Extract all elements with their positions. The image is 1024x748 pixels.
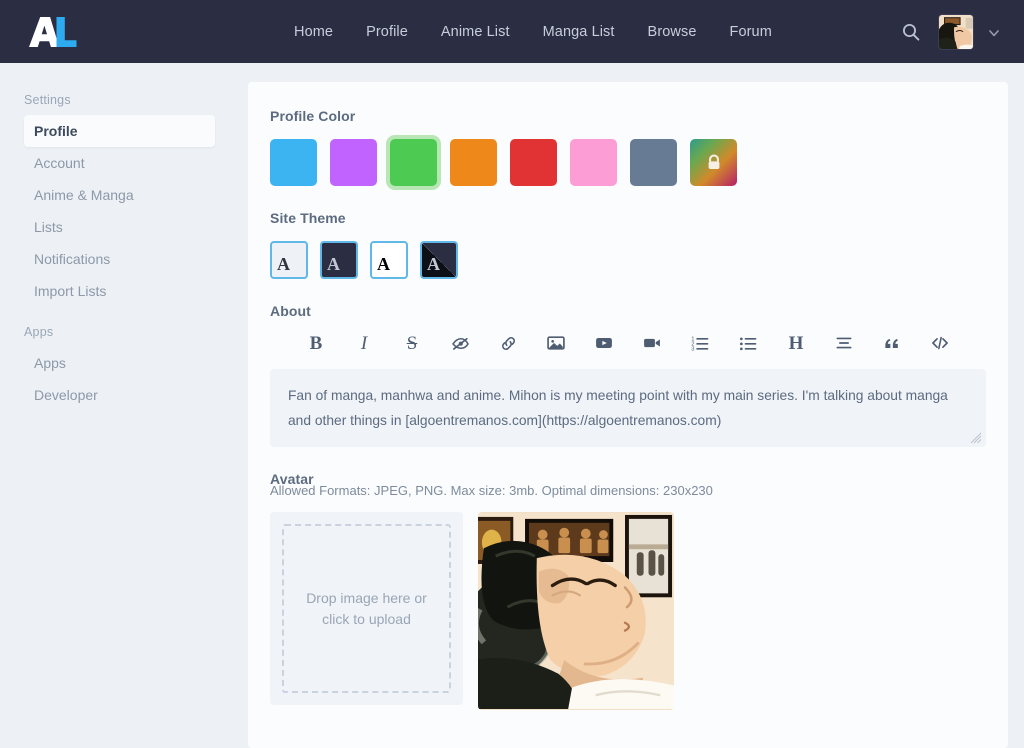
nav-link-anime-list[interactable]: Anime List [441,24,510,40]
spoiler-eye-off-icon[interactable] [448,331,472,355]
color-swatch-custom-locked[interactable] [690,139,737,186]
primary-nav: Home Profile Anime List Manga List Brows… [294,24,772,40]
theme-option-contrast[interactable]: A [370,241,408,279]
code-icon[interactable] [928,331,952,355]
avatar-row: Drop image here or click to upload [270,512,986,711]
avatar-dropzone-text: Drop image here or click to upload [282,524,451,694]
avatar-dropzone[interactable]: Drop image here or click to upload [270,512,463,706]
nav-link-profile[interactable]: Profile [366,24,408,40]
color-swatch-purple[interactable] [330,139,377,186]
sidebar-item-developer[interactable]: Developer [24,379,215,411]
color-swatch-gray[interactable] [630,139,677,186]
page-body: Settings Profile Account Anime & Manga L… [0,63,1024,748]
sidebar-item-apps[interactable]: Apps [24,347,215,379]
image-icon[interactable] [544,331,568,355]
about-editor-toolbar: B I S 1 2 3 H [270,325,986,369]
about-text: Fan of manga, manhwa and anime. Mihon is… [288,388,948,428]
nav-link-forum[interactable]: Forum [730,24,772,40]
about-textarea[interactable]: Fan of manga, manhwa and anime. Mihon is… [270,369,986,448]
search-glyph [903,23,920,41]
nav-right-cluster [898,13,1002,50]
quote-icon[interactable] [880,331,904,355]
color-swatch-orange[interactable] [450,139,497,186]
avatar-preview-image [478,513,674,710]
align-center-glyph [836,337,852,349]
svg-text:3: 3 [691,347,694,353]
nav-link-manga-list[interactable]: Manga List [543,24,615,40]
color-swatch-pink[interactable] [570,139,617,186]
sidebar-item-notifications[interactable]: Notifications [24,243,215,275]
nav-link-home[interactable]: Home [294,24,333,40]
strikethrough-icon[interactable]: S [400,331,424,355]
color-swatch-green[interactable] [390,139,437,186]
ordered-list-icon[interactable]: 123 [688,331,712,355]
quote-glyph [885,338,898,348]
top-navbar: Home Profile Anime List Manga List Brows… [0,0,1024,63]
settings-sidebar: Settings Profile Account Anime & Manga L… [0,63,248,748]
italic-icon[interactable]: I [352,331,376,355]
heading-icon[interactable]: H [784,331,808,355]
theme-letter: A [377,254,390,274]
profile-color-swatches [270,139,986,186]
theme-letter: A [327,254,340,274]
code-glyph [932,336,948,350]
anilist-logo[interactable] [26,12,84,52]
image-glyph [547,336,565,350]
theme-option-light[interactable]: A [270,241,308,279]
link-icon[interactable] [496,331,520,355]
link-glyph [501,336,515,350]
avatar-section: Avatar Allowed Formats: JPEG, PNG. Max s… [270,471,986,711]
sidebar-item-import-lists[interactable]: Import Lists [24,275,215,307]
bullet-list-glyph [740,337,757,351]
sidebar-item-account[interactable]: Account [24,147,215,179]
settings-content: Profile Color Site Theme A A A A About B… [248,63,1024,748]
sidebar-item-lists[interactable]: Lists [24,211,215,243]
theme-letter: A [277,254,290,274]
avatar[interactable] [938,13,974,50]
youtube-glyph [596,338,612,348]
sidebar-item-anime-manga[interactable]: Anime & Manga [24,179,215,211]
site-theme-options: A A A A [270,241,986,279]
about-section: About B I S 1 2 3 H Fan of manga, manhwa… [270,303,986,448]
settings-card: Profile Color Site Theme A A A A About B… [248,82,1008,748]
sidebar-group-title-settings: Settings [24,93,71,107]
avatar-preview[interactable] [478,512,674,711]
site-theme-section: Site Theme A A A A [270,210,986,279]
avatar-thumbnail-image [939,14,973,49]
sidebar-item-profile[interactable]: Profile [24,115,215,147]
video-icon[interactable] [640,331,664,355]
theme-letter: A [427,254,440,274]
profile-color-section: Profile Color [270,108,986,186]
bullet-list-icon[interactable] [736,331,760,355]
anilist-logo-mark [29,16,77,47]
youtube-icon[interactable] [592,331,616,355]
color-swatch-blue[interactable] [270,139,317,186]
chevron-down-glyph [989,29,999,36]
sidebar-group-title-apps: Apps [24,325,54,339]
bold-icon[interactable]: B [304,331,328,355]
chevron-down-icon[interactable] [988,26,1000,38]
ordered-list-glyph: 123 [691,337,709,353]
avatar-hint: Allowed Formats: JPEG, PNG. Max size: 3m… [270,483,713,499]
video-camera-glyph [644,338,660,348]
lock-icon [708,153,719,169]
theme-option-auto[interactable]: A [420,241,458,279]
eye-off-glyph [451,337,469,350]
align-center-icon[interactable] [832,331,856,355]
search-icon[interactable] [898,19,924,45]
nav-link-browse[interactable]: Browse [648,24,697,40]
site-theme-label: Site Theme [270,210,346,226]
color-swatch-red[interactable] [510,139,557,186]
resize-handle-icon[interactable] [970,432,982,444]
about-label: About [270,303,311,319]
profile-color-label: Profile Color [270,108,356,124]
theme-option-dark[interactable]: A [320,241,358,279]
